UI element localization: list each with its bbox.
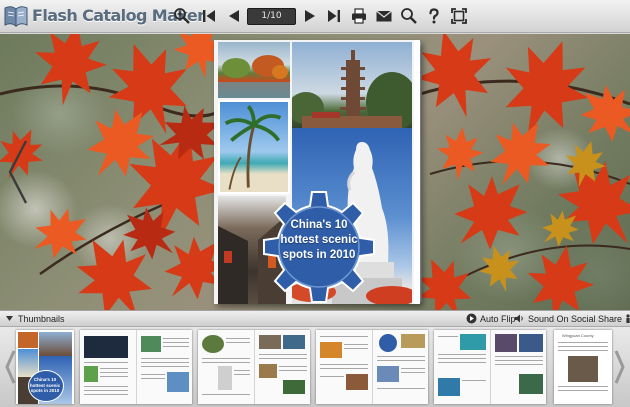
cover-collage: China's 10 hottest scenic spots in 2010 — [214, 40, 414, 304]
first-page-icon — [203, 10, 215, 22]
play-icon — [466, 313, 477, 324]
speaker-icon — [515, 314, 523, 323]
auto-flip-label: Auto Flip — [480, 313, 516, 324]
sound-toggle-button[interactable]: Sound On — [514, 313, 569, 324]
pagoda-photo — [292, 42, 412, 128]
thumbnails-label: Thumbnails — [18, 313, 65, 324]
email-icon — [376, 10, 392, 22]
social-share-button[interactable]: Social Share — [571, 313, 630, 324]
thumbnail-pages-8-9[interactable] — [434, 330, 546, 404]
bottom-bar: Thumbnails Auto Flip Sound On Social Sha… — [0, 310, 630, 327]
thumbnails-toggle[interactable]: Thumbnails — [4, 313, 65, 324]
thumbnail-pages-6-7[interactable] — [316, 330, 428, 404]
next-page-button[interactable] — [300, 6, 320, 26]
thumbnail-cover-text: China's 10 hottest scenic spots in 2010 — [29, 377, 61, 393]
lake-trees-photo — [218, 42, 290, 98]
cover-title: China's 10 hottest scenic spots in 2010 — [280, 219, 358, 261]
thumbnail-page-10[interactable]: Wingyuan County — [554, 330, 612, 404]
thumbnails-prev-arrow-icon[interactable] — [4, 347, 16, 387]
print-icon — [352, 8, 366, 24]
last-page-icon — [328, 10, 340, 22]
previous-page-arrow-icon[interactable] — [6, 139, 30, 205]
zoom-in-icon — [174, 8, 190, 24]
thumbnail-pages-4-5[interactable] — [198, 330, 310, 404]
first-page-button[interactable] — [199, 6, 219, 26]
help-button[interactable] — [424, 6, 444, 26]
next-page-icon — [305, 10, 315, 22]
auto-flip-button[interactable]: Auto Flip — [466, 313, 516, 324]
thumbnails-next-arrow-icon[interactable] — [614, 347, 626, 387]
thumbnail-page-header: Wingyuan County — [562, 333, 594, 338]
flipbook-cover-page[interactable]: China's 10 hottest scenic spots in 2010 — [214, 40, 420, 304]
print-button[interactable] — [349, 6, 369, 26]
thumbnail-page-1[interactable]: China's 10 hottest scenic spots in 2010 — [16, 330, 74, 404]
previous-page-button[interactable] — [224, 6, 244, 26]
thumbnail-strip: China's 10 hottest scenic spots in 2010 — [0, 327, 630, 407]
sound-label: Sound On — [528, 313, 569, 324]
social-share-label: Social Share — [571, 313, 623, 324]
flipbook-stage: China's 10 hottest scenic spots in 2010 — [0, 34, 630, 310]
fullscreen-button[interactable] — [449, 6, 469, 26]
help-icon — [429, 8, 439, 24]
search-icon — [401, 8, 417, 24]
top-toolbar: Flash Catalog Maker 1/10 — [0, 0, 630, 33]
previous-page-icon — [229, 10, 239, 22]
share-people-icon — [626, 314, 630, 323]
fullscreen-icon — [451, 8, 467, 24]
search-button[interactable] — [399, 6, 419, 26]
last-page-button[interactable] — [324, 6, 344, 26]
chevron-down-icon — [6, 316, 13, 321]
email-button[interactable] — [374, 6, 394, 26]
book-logo-icon — [4, 6, 28, 28]
page-number-input[interactable]: 1/10 — [247, 8, 296, 25]
zoom-in-button[interactable] — [172, 6, 192, 26]
thumbnail-pages-2-3[interactable] — [80, 330, 192, 404]
